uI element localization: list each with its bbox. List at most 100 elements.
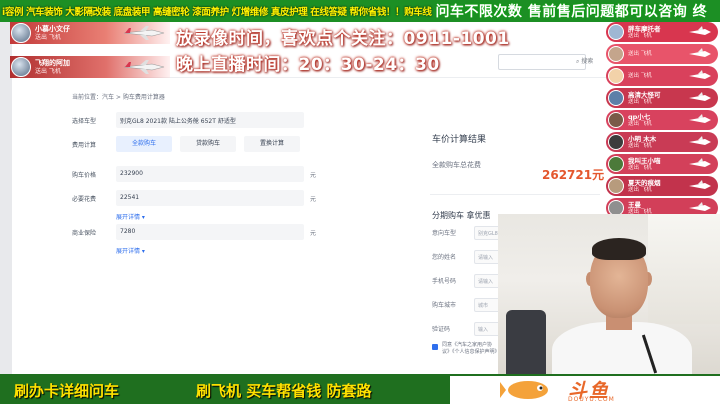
form-row-model: 选择车型 别克GL8 2021款 陆上公务舱 652T 舒适型 [60, 112, 322, 128]
gifter-name: 小明 木木 [628, 134, 657, 143]
field-label: 验证码 [432, 326, 451, 333]
gift-item: 夏天的痕烟 送出 飞机 [606, 176, 718, 196]
field-label: 意向车型 [432, 230, 457, 237]
result-title: 车价计算结果 [432, 135, 487, 145]
plane-icon [689, 48, 711, 57]
unit-label: 元 [310, 196, 317, 203]
plane-icon [689, 180, 711, 189]
field-label: 您的姓名 [432, 254, 457, 261]
gift-item: 我叫王小喵 送出 飞机 [606, 154, 718, 174]
divider [430, 194, 600, 195]
price-input[interactable]: 232900 [116, 166, 304, 182]
gift-label: 送出 飞机 [35, 33, 61, 41]
gift-label: 送出 飞机 [35, 67, 61, 75]
search-input[interactable] [498, 54, 586, 70]
installment-title: 分期购车 拿优惠 [432, 211, 491, 220]
unit-label: 元 [310, 230, 317, 237]
expand-details-link[interactable]: 展开详情 ▾ [116, 212, 145, 221]
gifter-name: 小慕小文仔 [35, 24, 70, 33]
plane-icon [689, 92, 711, 101]
background-window [648, 214, 720, 324]
avatar-icon [608, 68, 624, 84]
avatar-icon [608, 112, 624, 128]
ticker-consult: 问车不限次数 售前售后问题都可以咨询 终 [435, 4, 708, 20]
avatar-icon [608, 156, 624, 172]
avatar-icon [608, 46, 624, 62]
gift-banner: 飞翔的阿加 送出 飞机 [10, 56, 170, 78]
search-button[interactable]: ⌕ 搜索 [576, 56, 604, 68]
avatar-icon [608, 90, 624, 106]
plane-icon [689, 26, 711, 35]
gift-label: 送出 飞机 [628, 98, 652, 105]
model-select[interactable]: 别克GL8 2021款 陆上公务舱 652T 舒适型 [116, 112, 304, 128]
gifter-name: 王曼 [628, 200, 641, 209]
form-row-insurance: 商业保险 7280 元 [60, 224, 322, 240]
field-label: 购车城市 [432, 302, 457, 309]
gift-item: 送出 飞机 [606, 44, 718, 64]
tab-full-payment[interactable]: 全款购车 [116, 136, 172, 152]
tab-trade-in[interactable]: 置换计算 [244, 136, 300, 152]
row-label: 必要花费 [72, 196, 97, 203]
stream-frame: ⌕ 搜索 当前位置：汽车 > 购车费用计算器 选择车型 别克GL8 2021款 … [0, 0, 720, 404]
calc-type-tabs: 全款购车 贷款购车 置换计算 [116, 136, 300, 152]
agreement-note: 同意《汽车之家用户协议》《个人信息保护声明》 [442, 342, 500, 355]
fish-logo-icon [500, 381, 548, 399]
checkbox-icon[interactable] [432, 344, 438, 350]
total-label: 全款购车总花费 [432, 161, 481, 169]
plane-icon [123, 26, 165, 40]
gift-item: 小明 木木 送出 飞机 [606, 132, 718, 152]
total-price: 262721元 [542, 168, 605, 182]
row-label: 购车价格 [72, 172, 97, 179]
gift-item: 高清大怪可 送出 飞机 [606, 88, 718, 108]
gifter-name: 我叫王小喵 [628, 156, 661, 165]
live-schedule: 晚上直播时间：20：30-24：30 [176, 55, 440, 75]
avatar-icon [11, 57, 31, 77]
expand-details-link[interactable]: 展开详情 ▾ [116, 246, 145, 255]
gifter-name: qp小七 [628, 112, 651, 121]
plane-icon [689, 202, 711, 211]
gifter-name: 高清大怪可 [628, 90, 661, 99]
banner-text-left: 刷办卡详细问车 [14, 382, 120, 400]
row-label: 商业保险 [72, 230, 97, 237]
gift-label: 送出 飞机 [628, 120, 652, 127]
row-label: 选择车型 [72, 118, 97, 125]
form-row-calc-type: 费用计算 全款购车 贷款购车 置换计算 [60, 136, 322, 152]
douyu-logo: 斗鱼 DOUYU.COM [450, 376, 720, 404]
office-chair [506, 310, 546, 378]
gift-banner: 小慕小文仔 送出 飞机 [10, 22, 170, 44]
unit-label: 元 [310, 172, 317, 179]
top-ticker: i容例 汽车装饰 大影隔改装 底盘装甲 高缝密轮 漆面养护 灯增维修 真皮护理 … [0, 0, 720, 22]
gifter-name: 夏天的痕烟 [628, 178, 661, 187]
streamer-webcam [498, 214, 720, 378]
field-label: 手机号码 [432, 278, 457, 285]
plane-icon [123, 60, 165, 74]
plane-icon [689, 70, 711, 79]
gift-column: 胖车摩托者 送出 飞机 送出 飞机 送出 飞机 高清大怪可 送出 飞机 qp小七 送出… [606, 22, 720, 218]
form-row-fees: 必要花费 22541 元 [60, 190, 322, 206]
row-label: 费用计算 [72, 142, 97, 149]
plane-icon [689, 158, 711, 167]
gifter-name: 飞翔的阿加 [35, 58, 70, 67]
gift-item: 胖车摩托者 送出 飞机 [606, 22, 718, 42]
plane-icon [689, 136, 711, 145]
streamer-hair [592, 238, 646, 260]
form-row-price: 购车价格 232900 元 [60, 166, 322, 182]
gift-label: 送出 飞机 [628, 164, 652, 171]
gift-label: 送出 飞机 [628, 32, 652, 39]
fees-input[interactable]: 22541 [116, 190, 304, 206]
gifter-name: 胖车摩托者 [628, 24, 661, 33]
insurance-input[interactable]: 7280 [116, 224, 304, 240]
streamer-body [552, 322, 692, 378]
plane-icon [689, 114, 711, 123]
gift-label: 送出 飞机 [628, 186, 652, 193]
ticker-services: i容例 汽车装饰 大影隔改装 底盘装甲 高缝密轮 漆面养护 灯增维修 真皮护理 … [2, 7, 432, 18]
breadcrumb: 当前位置：汽车 > 购车费用计算器 [72, 94, 165, 101]
avatar-icon [608, 134, 624, 150]
avatar-icon [608, 178, 624, 194]
gift-label: 送出 飞机 [628, 142, 652, 149]
gift-item: qp小七 送出 飞机 [606, 110, 718, 130]
search-button-label: 搜索 [581, 58, 594, 65]
gift-item: 送出 飞机 [606, 66, 718, 86]
gift-label: 送出 飞机 [628, 72, 652, 79]
tab-loan[interactable]: 贷款购车 [180, 136, 236, 152]
